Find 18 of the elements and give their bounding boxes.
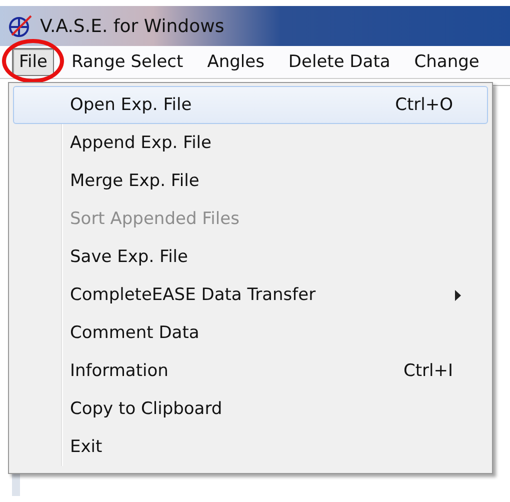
menu-item[interactable]: Range Select [64, 48, 190, 76]
menu-option[interactable]: Append Exp. File [13, 124, 488, 162]
menu-option[interactable]: Merge Exp. File [13, 162, 488, 200]
app-icon [8, 13, 34, 39]
menu-option[interactable]: Comment Data [13, 314, 488, 352]
menu-item[interactable]: Angles [200, 48, 272, 76]
shortcut-label: Ctrl+I [403, 361, 453, 381]
menu-option[interactable]: CompleteEASE Data Transfer [13, 276, 488, 314]
menu-item[interactable]: File [12, 48, 54, 76]
menu-option[interactable]: Information Ctrl+I [13, 352, 488, 390]
menu-item[interactable]: Change [407, 48, 486, 76]
menu-option[interactable]: Copy to Clipboard [13, 390, 488, 428]
shortcut-label: Ctrl+O [395, 95, 453, 115]
window-title: V.A.S.E. for Windows [40, 16, 224, 36]
menu-option[interactable]: Exit [13, 428, 488, 466]
menu-option[interactable]: Open Exp. File Ctrl+O [13, 86, 488, 124]
menu-option[interactable]: Save Exp. File [13, 238, 488, 276]
menu-item[interactable]: Delete Data [281, 48, 398, 76]
